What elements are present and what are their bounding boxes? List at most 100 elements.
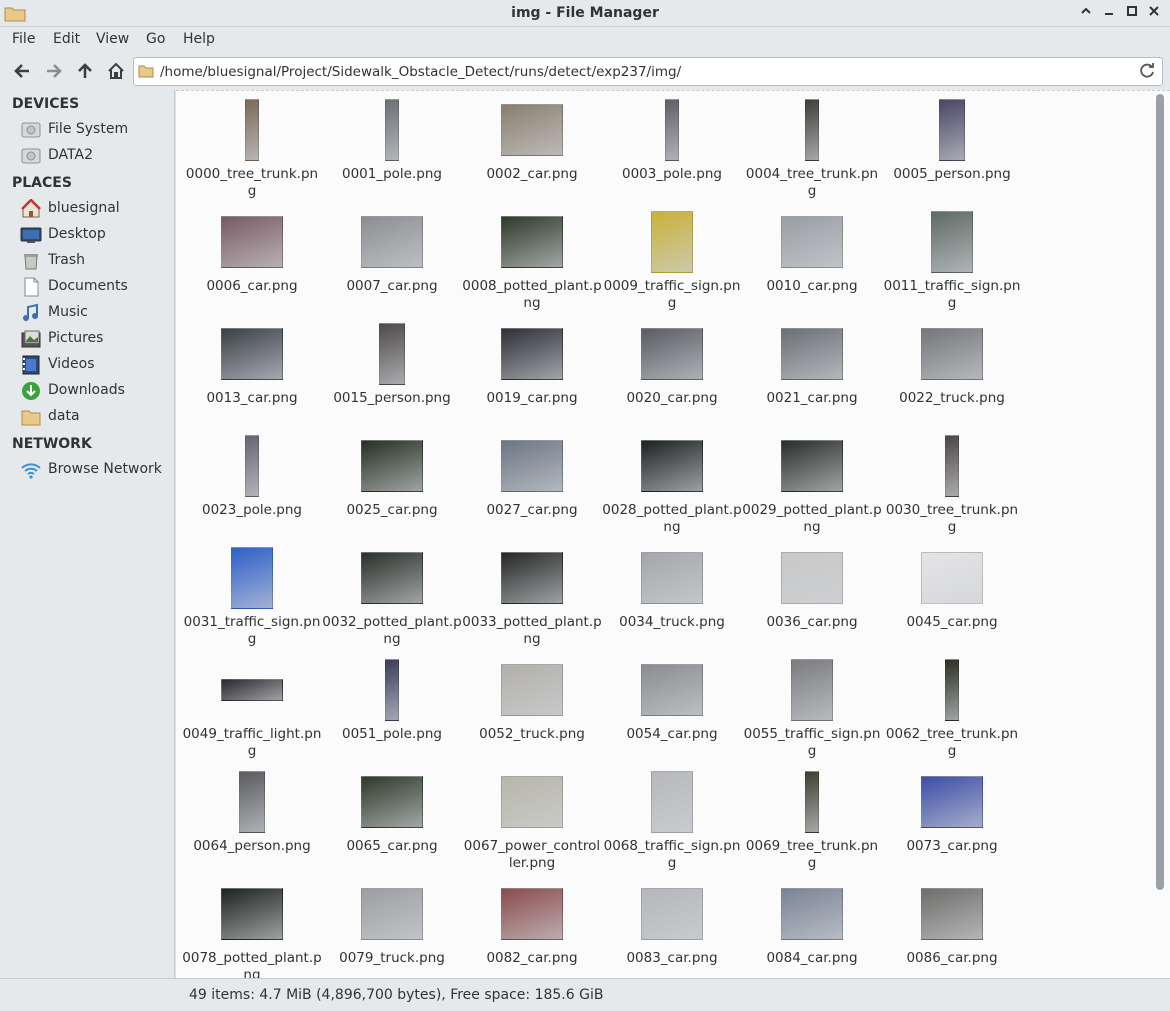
file-item[interactable]: 0052_truck.png: [462, 657, 602, 769]
file-item[interactable]: 0064_person.png: [182, 769, 322, 881]
file-item[interactable]: 0045_car.png: [882, 545, 1022, 657]
home-icon[interactable]: [104, 59, 128, 83]
file-name: 0001_pole.png: [342, 166, 442, 182]
file-item[interactable]: 0036_car.png: [742, 545, 882, 657]
maximize-icon[interactable]: [1123, 4, 1141, 22]
minimize-icon[interactable]: [1100, 4, 1118, 22]
chevron-up-icon[interactable]: [1077, 4, 1095, 22]
image-thumbnail-icon: [780, 882, 844, 946]
file-item[interactable]: 0007_car.png: [322, 209, 462, 321]
file-item[interactable]: 0002_car.png: [462, 97, 602, 209]
file-item[interactable]: 0020_car.png: [602, 321, 742, 433]
sidebar-item-videos[interactable]: Videos: [18, 353, 170, 377]
sidebar-item-data2[interactable]: DATA2: [18, 144, 170, 168]
file-item[interactable]: 0023_pole.png: [182, 433, 322, 545]
file-name: 0073_car.png: [906, 838, 998, 854]
sidebar-item-label: bluesignal: [48, 200, 120, 216]
file-name: 0003_pole.png: [622, 166, 722, 182]
file-item[interactable]: 0030_tree_trunk.png: [882, 433, 1022, 545]
location-bar[interactable]: /home/bluesignal/Project/Sidewalk_Obstac…: [133, 57, 1163, 86]
file-item[interactable]: 0011_traffic_sign.png: [882, 209, 1022, 321]
file-name: 0023_pole.png: [202, 502, 302, 518]
file-item[interactable]: 0019_car.png: [462, 321, 602, 433]
file-item[interactable]: 0078_potted_plant.png: [182, 881, 322, 978]
sidebar-item-downloads[interactable]: Downloads: [18, 379, 170, 403]
reload-icon[interactable]: [1138, 62, 1156, 80]
thumbnail-image: [501, 776, 563, 828]
sidebar-item-pictures[interactable]: Pictures: [18, 327, 170, 351]
file-item[interactable]: 0068_traffic_sign.png: [602, 769, 742, 881]
file-item[interactable]: 0008_potted_plant.png: [462, 209, 602, 321]
image-thumbnail-icon: [360, 770, 424, 834]
file-name: 0028_potted_plant.png: [602, 502, 742, 535]
back-arrow-icon[interactable]: [10, 59, 34, 83]
sidebar-item-file-system[interactable]: File System: [18, 118, 170, 142]
file-item[interactable]: 0010_car.png: [742, 209, 882, 321]
file-item[interactable]: 0031_traffic_sign.png: [182, 545, 322, 657]
close-icon[interactable]: [1145, 4, 1163, 22]
sidebar-item-documents[interactable]: Documents: [18, 275, 170, 299]
file-item[interactable]: 0022_truck.png: [882, 321, 1022, 433]
file-item[interactable]: 0000_tree_trunk.png: [182, 97, 322, 209]
file-item[interactable]: 0049_traffic_light.png: [182, 657, 322, 769]
image-thumbnail-icon: [780, 434, 844, 498]
menu-file[interactable]: File: [12, 31, 35, 47]
file-item[interactable]: 0029_potted_plant.png: [742, 433, 882, 545]
file-item[interactable]: 0027_car.png: [462, 433, 602, 545]
image-thumbnail-icon: [220, 434, 284, 498]
file-name: 0007_car.png: [346, 278, 438, 294]
devices-heading: DEVICES: [12, 96, 80, 112]
sidebar-item-trash[interactable]: Trash: [18, 249, 170, 273]
file-item[interactable]: 0025_car.png: [322, 433, 462, 545]
file-item[interactable]: 0034_truck.png: [602, 545, 742, 657]
file-item[interactable]: 0079_truck.png: [322, 881, 462, 978]
file-item[interactable]: 0006_car.png: [182, 209, 322, 321]
thumbnail-image: [501, 440, 563, 492]
file-item[interactable]: 0055_traffic_sign.png: [742, 657, 882, 769]
file-item[interactable]: 0004_tree_trunk.png: [742, 97, 882, 209]
file-item[interactable]: 0032_potted_plant.png: [322, 545, 462, 657]
image-thumbnail-icon: [920, 210, 984, 274]
network-heading: NETWORK: [12, 436, 92, 452]
file-item[interactable]: 0005_person.png: [882, 97, 1022, 209]
file-item[interactable]: 0001_pole.png: [322, 97, 462, 209]
menu-edit[interactable]: Edit: [53, 31, 80, 47]
menu-help[interactable]: Help: [183, 31, 215, 47]
file-item[interactable]: 0051_pole.png: [322, 657, 462, 769]
menu-view[interactable]: View: [96, 31, 129, 47]
up-arrow-icon[interactable]: [73, 59, 97, 83]
vertical-scrollbar[interactable]: [1156, 94, 1164, 890]
file-item[interactable]: 0065_car.png: [322, 769, 462, 881]
file-item[interactable]: 0009_traffic_sign.png: [602, 209, 742, 321]
file-item[interactable]: 0083_car.png: [602, 881, 742, 978]
file-item[interactable]: 0073_car.png: [882, 769, 1022, 881]
file-item[interactable]: 0013_car.png: [182, 321, 322, 433]
file-item[interactable]: 0062_tree_trunk.png: [882, 657, 1022, 769]
file-item[interactable]: 0003_pole.png: [602, 97, 742, 209]
menu-go[interactable]: Go: [146, 31, 165, 47]
file-item[interactable]: 0021_car.png: [742, 321, 882, 433]
forward-arrow-icon[interactable]: [42, 59, 66, 83]
sidebar-item-desktop[interactable]: Desktop: [18, 223, 170, 247]
file-item[interactable]: 0028_potted_plant.png: [602, 433, 742, 545]
file-item[interactable]: 0067_power_controller.png: [462, 769, 602, 881]
file-item[interactable]: 0084_car.png: [742, 881, 882, 978]
file-item[interactable]: 0086_car.png: [882, 881, 1022, 978]
thumbnail-image: [501, 216, 563, 268]
file-name: 0002_car.png: [486, 166, 578, 182]
thumbnail-image: [921, 776, 983, 828]
file-item[interactable]: 0033_potted_plant.png: [462, 545, 602, 657]
file-name: 0065_car.png: [346, 838, 438, 854]
file-item[interactable]: 0015_person.png: [322, 321, 462, 433]
file-name: 0078_potted_plant.png: [182, 950, 322, 978]
file-item[interactable]: 0054_car.png: [602, 657, 742, 769]
sidebar-item-bluesignal[interactable]: bluesignal: [18, 197, 170, 221]
desktop-icon: [20, 227, 42, 243]
sidebar-item-browse-network[interactable]: Browse Network: [18, 458, 170, 482]
location-path[interactable]: /home/bluesignal/Project/Sidewalk_Obstac…: [160, 64, 681, 80]
sidebar-item-data[interactable]: data: [18, 405, 170, 429]
file-item[interactable]: 0069_tree_trunk.png: [742, 769, 882, 881]
sidebar-item-music[interactable]: Music: [18, 301, 170, 325]
file-view[interactable]: 0000_tree_trunk.png 0001_pole.png 0002_car…: [176, 90, 1170, 978]
file-item[interactable]: 0082_car.png: [462, 881, 602, 978]
